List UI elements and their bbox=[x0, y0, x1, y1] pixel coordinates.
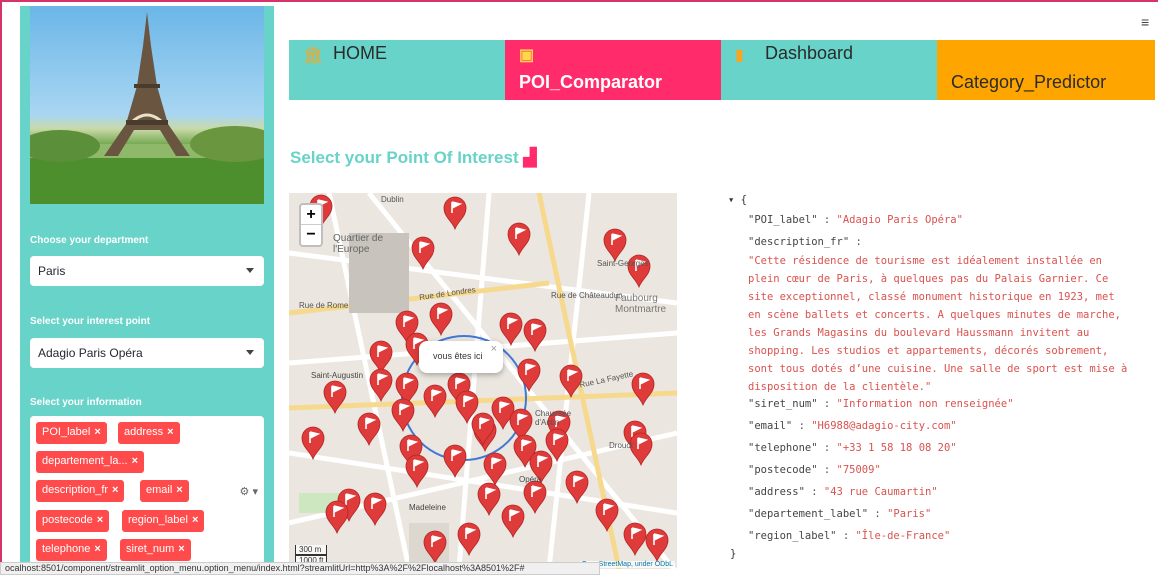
json-row-postecode: "postecode" : "75009" bbox=[748, 464, 881, 476]
department-value: Paris bbox=[38, 264, 66, 278]
nav-item-dashboard[interactable]: ▮ Dashboard bbox=[721, 40, 937, 100]
json-open-brace[interactable]: ▾ { bbox=[728, 194, 747, 206]
poi-value: Adagio Paris Opéra bbox=[38, 346, 143, 360]
close-icon[interactable]: × bbox=[94, 543, 100, 555]
tag-region-label[interactable]: region_label × bbox=[122, 510, 205, 532]
tag-postecode[interactable]: postecode × bbox=[36, 510, 110, 532]
tag-siret-num[interactable]: siret_num × bbox=[120, 539, 191, 561]
close-icon[interactable]: × bbox=[167, 426, 173, 438]
tag-telephone[interactable]: telephone × bbox=[36, 539, 107, 561]
department-select[interactable]: Paris bbox=[30, 256, 264, 286]
zoom-in-button[interactable]: + bbox=[301, 205, 321, 225]
nav-label: Dashboard bbox=[765, 43, 854, 63]
json-row-departement-label: "departement_label" : "Paris" bbox=[748, 508, 932, 520]
place-label: Saint-Augustin bbox=[311, 371, 364, 380]
nav-label: Category_Predictor bbox=[951, 72, 1107, 92]
place-label: Saint-Georges bbox=[597, 259, 649, 268]
place-label: Madeleine bbox=[409, 503, 446, 512]
chevron-down-icon bbox=[246, 268, 254, 273]
json-row-email: "email" : "H6988@adagio-city.com" bbox=[748, 420, 957, 432]
json-row-poi-label: "POI_label" : "Adagio Paris Opéra" bbox=[748, 214, 963, 226]
eiffel-tower-illustration bbox=[30, 12, 264, 204]
department-label: Choose your department bbox=[30, 235, 149, 246]
nav-label: POI_Comparator bbox=[519, 72, 663, 92]
nav-item-poi-comparator[interactable]: ▣ POI_Comparator bbox=[505, 40, 721, 100]
binoculars-icon: ▣ bbox=[519, 47, 535, 64]
zoom-out-button[interactable]: − bbox=[301, 225, 321, 245]
json-close-brace: } bbox=[730, 548, 737, 560]
close-icon[interactable]: × bbox=[491, 343, 497, 355]
place-label: Dublin bbox=[381, 195, 404, 204]
close-icon[interactable]: × bbox=[112, 484, 118, 496]
close-icon[interactable]: × bbox=[192, 514, 198, 526]
place-label: Chaussée d'Antin bbox=[535, 409, 572, 427]
info-label: Select your information bbox=[30, 397, 142, 408]
place-label: Faubourg Montmartre bbox=[615, 293, 667, 315]
chevron-down-icon bbox=[246, 350, 254, 355]
place-label: Opéra bbox=[519, 475, 542, 484]
pushpin-icon: ▟ bbox=[523, 148, 537, 167]
poi-select[interactable]: Adagio Paris Opéra bbox=[30, 338, 264, 368]
zoom-control: + − bbox=[299, 203, 323, 247]
sidebar: Choose your department Paris Select your… bbox=[20, 6, 274, 575]
place-label: Quartier de l'Europe bbox=[333, 233, 384, 255]
information-multiselect[interactable]: POI_label × address × departement_la... × d… bbox=[30, 416, 264, 575]
bank-icon: 🏛 bbox=[303, 47, 324, 64]
browser-status-bar: ocalhost:8501/component/streamlit_option… bbox=[0, 562, 600, 575]
place-label: Rue de Rome bbox=[299, 301, 349, 310]
json-row-telephone: "telephone" : "+33 1 58 18 08 20" bbox=[748, 442, 957, 454]
json-row-address: "address" : "43 rue Caumartin" bbox=[748, 486, 938, 498]
location-popup: vous êtes ici × bbox=[419, 341, 503, 373]
close-icon[interactable]: × bbox=[97, 514, 103, 526]
poi-label: Select your interest point bbox=[30, 316, 151, 327]
nav-label: HOME bbox=[333, 43, 387, 63]
tag-poi-label[interactable]: POI_label × bbox=[36, 422, 107, 444]
place-label: Rue de Châteaudun bbox=[551, 291, 623, 300]
json-row-siret-num: "siret_num" : "Information non renseigné… bbox=[748, 398, 1014, 410]
close-icon[interactable]: × bbox=[178, 543, 184, 555]
poi-map[interactable]: Dublin Quartier de l'Europe Rue de Londr… bbox=[289, 193, 677, 569]
nav-item-category-predictor[interactable]: Category_Predictor bbox=[937, 40, 1155, 100]
popup-text: vous êtes ici bbox=[433, 351, 483, 361]
option-menu: 🏛 HOME ▣ POI_Comparator ▮ Dashboard Cate… bbox=[289, 40, 1155, 100]
tag-email[interactable]: email × bbox=[140, 480, 189, 502]
bar-chart-icon: ▮ bbox=[735, 47, 744, 64]
eiffel-tower-image bbox=[30, 6, 264, 204]
json-row-description-key: "description_fr" : bbox=[748, 236, 862, 248]
close-icon[interactable]: × bbox=[176, 484, 182, 496]
tag-departement-label[interactable]: departement_la... × bbox=[36, 451, 145, 473]
hamburger-menu-icon[interactable]: ≡ bbox=[1141, 14, 1149, 30]
tag-address[interactable]: address × bbox=[118, 422, 180, 444]
tag-description-fr[interactable]: description_fr × bbox=[36, 480, 125, 502]
json-row-region-label: "region_label" : "Île-de-France" bbox=[748, 530, 951, 542]
json-description-value: "Cette résidence de tourisme est idéalem… bbox=[748, 255, 1128, 393]
page-title: Select your Point Of Interest ▟ bbox=[290, 148, 537, 167]
close-icon[interactable]: × bbox=[132, 455, 138, 467]
place-label: Drouot bbox=[609, 441, 634, 450]
close-icon[interactable]: × bbox=[94, 426, 100, 438]
gear-icon[interactable]: ⚙ ▾ bbox=[240, 485, 258, 498]
nav-item-home[interactable]: 🏛 HOME bbox=[289, 40, 505, 100]
